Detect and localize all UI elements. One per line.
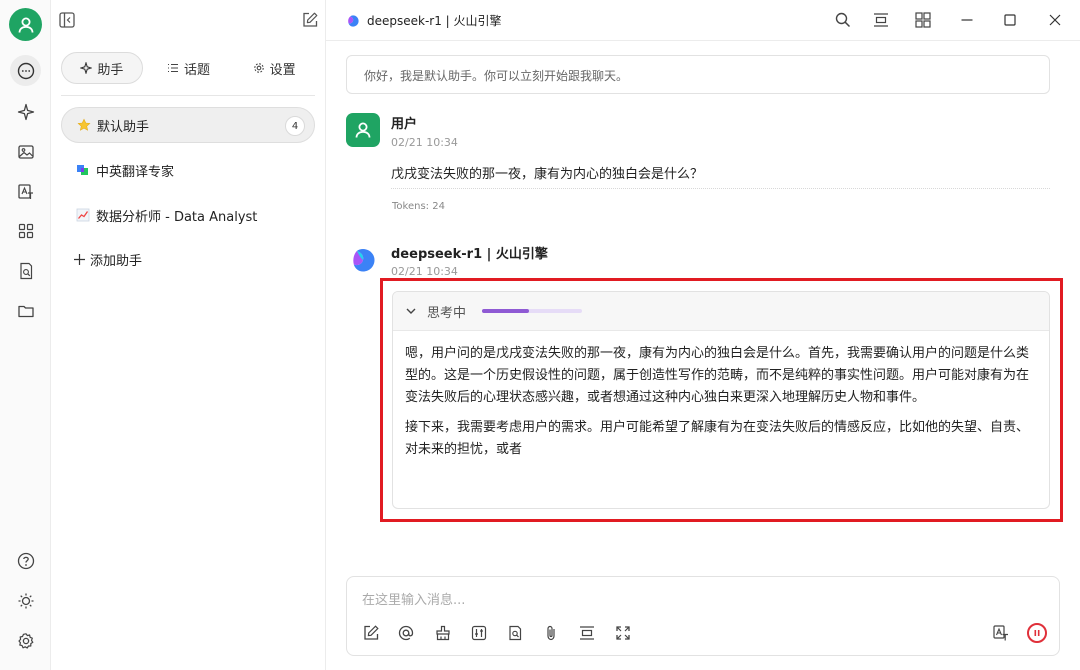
- chat-icon: [17, 62, 34, 79]
- sparkle-icon: [17, 103, 34, 120]
- tab-assistants-label: 助手: [97, 62, 124, 78]
- add-assistant-button[interactable]: 添加助手: [61, 241, 315, 277]
- theme-toggle-button[interactable]: [10, 585, 41, 616]
- help-icon: [17, 552, 34, 569]
- assistant-item-label: 中英翻译专家: [96, 164, 175, 180]
- user-message-name: 用户: [391, 117, 418, 132]
- tab-settings-label: 设置: [269, 62, 296, 78]
- app-window: 助手 话题 设置 默认助手 4 中英翻译专家 数据分析师 - Data Anal…: [0, 0, 1080, 670]
- pause-icon: [1034, 630, 1040, 636]
- narrow-mode-icon[interactable]: [578, 624, 596, 642]
- user-message-time: 02/21 10:34: [391, 136, 458, 149]
- left-rail: [0, 0, 51, 670]
- knowledge-nav-button[interactable]: [10, 255, 41, 286]
- tab-assistants[interactable]: 助手: [61, 52, 143, 84]
- parameters-icon[interactable]: [470, 624, 488, 642]
- thinking-header[interactable]: 思考中: [393, 292, 1049, 331]
- assistant-item-translator[interactable]: 中英翻译专家: [61, 152, 315, 188]
- thinking-paragraph: 接下来，我需要考虑用户的需求。用户可能希望了解康有为在变法失败后的情感反应，比如…: [405, 420, 1030, 457]
- apps-nav-button[interactable]: [10, 215, 41, 246]
- new-topic-icon[interactable]: [301, 11, 319, 29]
- search-icon[interactable]: [834, 11, 852, 29]
- sparkle-icon: [80, 62, 93, 74]
- model-logo-icon: [353, 249, 375, 272]
- thinking-label: 思考中: [427, 305, 467, 321]
- sidebar-tabs: 助手 话题 设置: [61, 52, 314, 86]
- user-message-avatar: [346, 113, 380, 147]
- help-button[interactable]: [10, 545, 41, 576]
- model-logo-icon: [348, 14, 359, 27]
- star-icon: [76, 118, 91, 133]
- thinking-panel: 思考中 嗯，用户问的是戊戌变法失败的那一夜，康有为内心的独白会是什么。首先，我需…: [392, 291, 1050, 509]
- chat-header: deepseek-r1 | 火山引擎: [326, 0, 1080, 41]
- stop-generation-button[interactable]: [1027, 623, 1047, 643]
- narrow-mode-icon[interactable]: [872, 11, 890, 29]
- apps-icon: [18, 223, 33, 238]
- translate-emoji-icon: [75, 163, 90, 178]
- minimize-icon[interactable]: [958, 11, 976, 29]
- chart-emoji-icon: [75, 208, 90, 223]
- expand-icon[interactable]: [614, 624, 632, 642]
- close-icon[interactable]: [1046, 11, 1064, 29]
- message-divider: [391, 188, 1050, 189]
- chat-nav-button[interactable]: [10, 55, 41, 86]
- theme-icon: [18, 593, 33, 608]
- paint-nav-button[interactable]: [10, 136, 41, 167]
- maximize-icon[interactable]: [1001, 11, 1019, 29]
- message-input[interactable]: 在这里输入消息...: [362, 589, 465, 608]
- thinking-paragraph: 嗯，用户问的是戊戌变法失败的那一夜，康有为内心的独白会是什么。首先，我需要确认用…: [405, 346, 1030, 405]
- attachment-icon[interactable]: [542, 624, 560, 642]
- translate-icon: [17, 183, 33, 199]
- topic-count-badge: 4: [285, 116, 305, 136]
- assistant-item-default[interactable]: 默认助手 4: [61, 107, 315, 143]
- files-nav-button[interactable]: [10, 295, 41, 326]
- assistant-pane: 助手 话题 设置 默认助手 4 中英翻译专家 数据分析师 - Data Anal…: [51, 0, 326, 670]
- assistant-item-label: 默认助手: [97, 119, 150, 135]
- tab-topics-label: 话题: [184, 62, 211, 78]
- new-topic-icon[interactable]: [362, 624, 380, 642]
- assistant-item-data-analyst[interactable]: 数据分析师 - Data Analyst: [61, 197, 315, 233]
- agents-nav-button[interactable]: [10, 96, 41, 127]
- token-count: Tokens: 24: [392, 201, 445, 212]
- settings-button[interactable]: [10, 625, 41, 656]
- translate-nav-button[interactable]: [10, 176, 41, 207]
- bot-message-time: 02/21 10:34: [391, 265, 458, 278]
- bot-message-avatar: [346, 243, 380, 277]
- mention-icon[interactable]: [397, 624, 415, 642]
- user-icon: [18, 17, 33, 33]
- plus-icon: [74, 253, 85, 265]
- gear-icon: [253, 63, 264, 73]
- add-assistant-label: 添加助手: [90, 253, 143, 269]
- model-title: deepseek-r1 | 火山引擎: [367, 14, 502, 28]
- user-message-text: 戊戌变法失败的那一夜，康有为内心的独白会是什么？: [391, 167, 704, 182]
- tabs-divider: [61, 95, 315, 96]
- tab-settings[interactable]: 设置: [234, 52, 314, 84]
- thinking-progress-fill: [482, 309, 530, 313]
- knowledge-base-icon[interactable]: [506, 624, 524, 642]
- clear-brush-icon[interactable]: [434, 624, 452, 642]
- model-selector[interactable]: deepseek-r1 | 火山引擎: [346, 12, 502, 29]
- folder-icon: [17, 305, 34, 317]
- user-icon: [355, 122, 371, 138]
- settings-icon: [17, 632, 33, 649]
- tab-topics[interactable]: 话题: [143, 52, 235, 84]
- thinking-content: 嗯，用户问的是戊戌变法失败的那一夜，康有为内心的独白会是什么。首先，我需要确认用…: [393, 331, 1049, 461]
- message-input-box[interactable]: 在这里输入消息...: [346, 576, 1060, 656]
- assistant-item-label: 数据分析师 - Data Analyst: [96, 209, 258, 225]
- list-icon: [168, 63, 178, 73]
- chevron-down-icon: [406, 308, 416, 314]
- thinking-progress-bar: [482, 309, 583, 313]
- translate-icon[interactable]: [992, 624, 1010, 642]
- layout-grid-icon[interactable]: [914, 11, 932, 29]
- image-icon: [17, 144, 34, 159]
- user-avatar[interactable]: [9, 8, 42, 41]
- document-search-icon: [19, 262, 32, 279]
- assistant-notice: 你好，我是默认助手。你可以立刻开始跟我聊天。: [346, 55, 1050, 94]
- bot-message-name: deepseek-r1 | 火山引擎: [391, 247, 548, 262]
- sidebar-collapse-icon[interactable]: [58, 11, 76, 29]
